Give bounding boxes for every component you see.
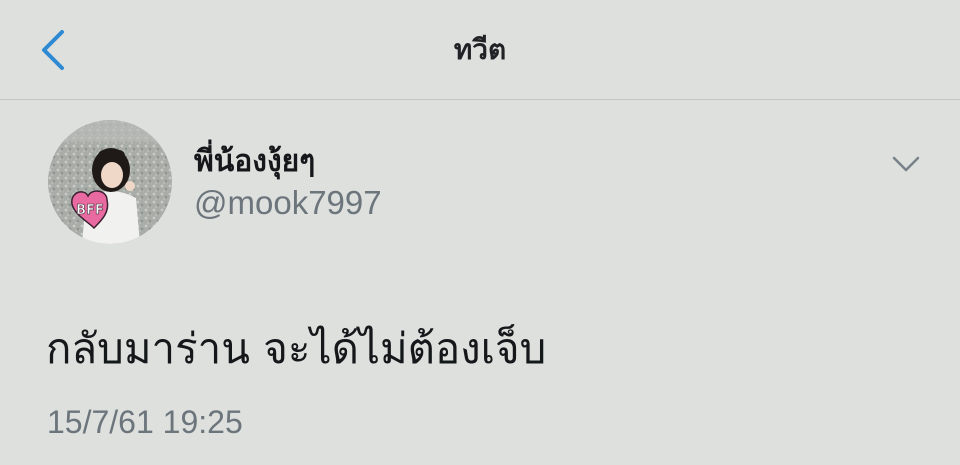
tweet-timestamp: 15/7/61 19:25 [47,404,243,440]
tweet-options-button[interactable] [886,146,926,182]
author-display-name[interactable]: พี่น้องงุ้ยๆ [194,138,315,185]
chevron-down-icon [892,156,920,172]
avatar-image: BFF [48,120,172,244]
avatar[interactable]: BFF [48,120,172,244]
page-title: ทวีต [453,33,507,66]
author-handle[interactable]: @mook7997 [194,184,382,222]
navigation-bar: ทวีต [0,0,960,100]
bff-badge-text: BFF [76,203,104,218]
tweet-text: กลับมาร่าน จะได้ไม่ต้องเจ็บ [46,324,547,373]
